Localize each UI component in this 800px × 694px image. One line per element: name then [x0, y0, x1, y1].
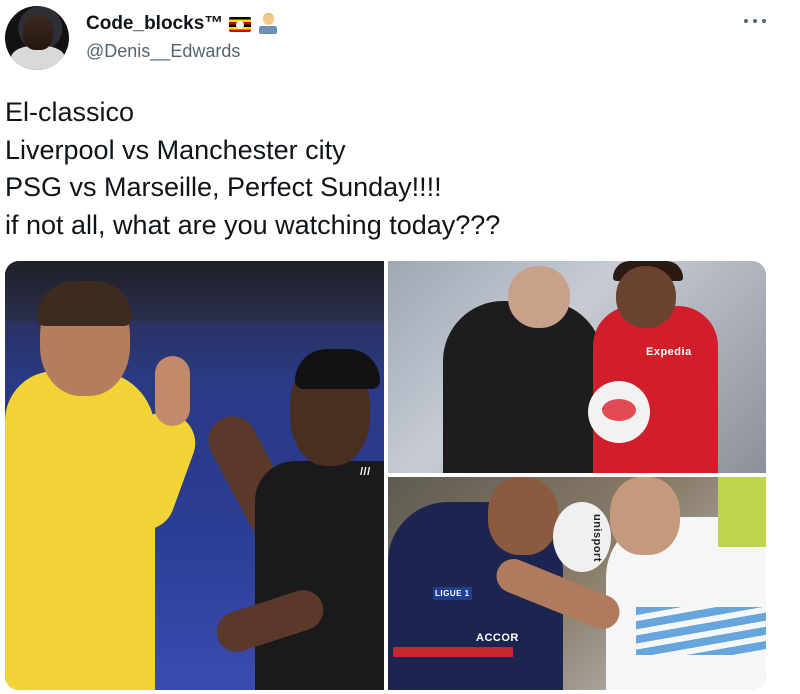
tweet-line: El-classico — [5, 97, 135, 127]
unisport-ball-mark: unisport — [591, 514, 603, 562]
photo-el-clasico[interactable]: /// — [5, 261, 384, 690]
uganda-flag-icon — [229, 16, 252, 32]
author-handle[interactable]: @Denis__Edwards — [86, 41, 240, 62]
technologist-emoji-icon — [257, 13, 279, 35]
photo-liverpool-city[interactable]: Expedia — [388, 261, 766, 473]
tweet-line: if not all, what are you watching today?… — [5, 209, 501, 240]
photo-psg-marseille[interactable]: unisport ACCOR LIGUE 1 — [388, 477, 766, 690]
tweet-line: Liverpool vs Manchester city — [5, 134, 346, 165]
author-name-row: Code_blocks™ — [86, 12, 279, 36]
adidas-stripes-mark: /// — [360, 466, 371, 478]
tweet-text: El-classico Liverpool vs Manchester city… — [5, 94, 785, 244]
avatar-face-shape — [23, 14, 53, 50]
tweet-line: PSG vs Marseille, Perfect Sunday!!!! — [5, 172, 442, 202]
avatar[interactable] — [5, 6, 69, 70]
ligue1-badge: LIGUE 1 — [433, 587, 472, 600]
more-horizontal-icon[interactable] — [744, 14, 766, 28]
author-display-name[interactable]: Code_blocks™ — [86, 13, 223, 35]
expedia-sponsor-mark: Expedia — [646, 346, 692, 358]
tweet-card: Code_blocks™ @Denis__Edwards El-classico… — [0, 0, 800, 694]
accor-sponsor-mark: ACCOR — [476, 632, 519, 644]
media-grid: /// Expedia unisport ACCOR LIGUE 1 — [5, 261, 766, 690]
